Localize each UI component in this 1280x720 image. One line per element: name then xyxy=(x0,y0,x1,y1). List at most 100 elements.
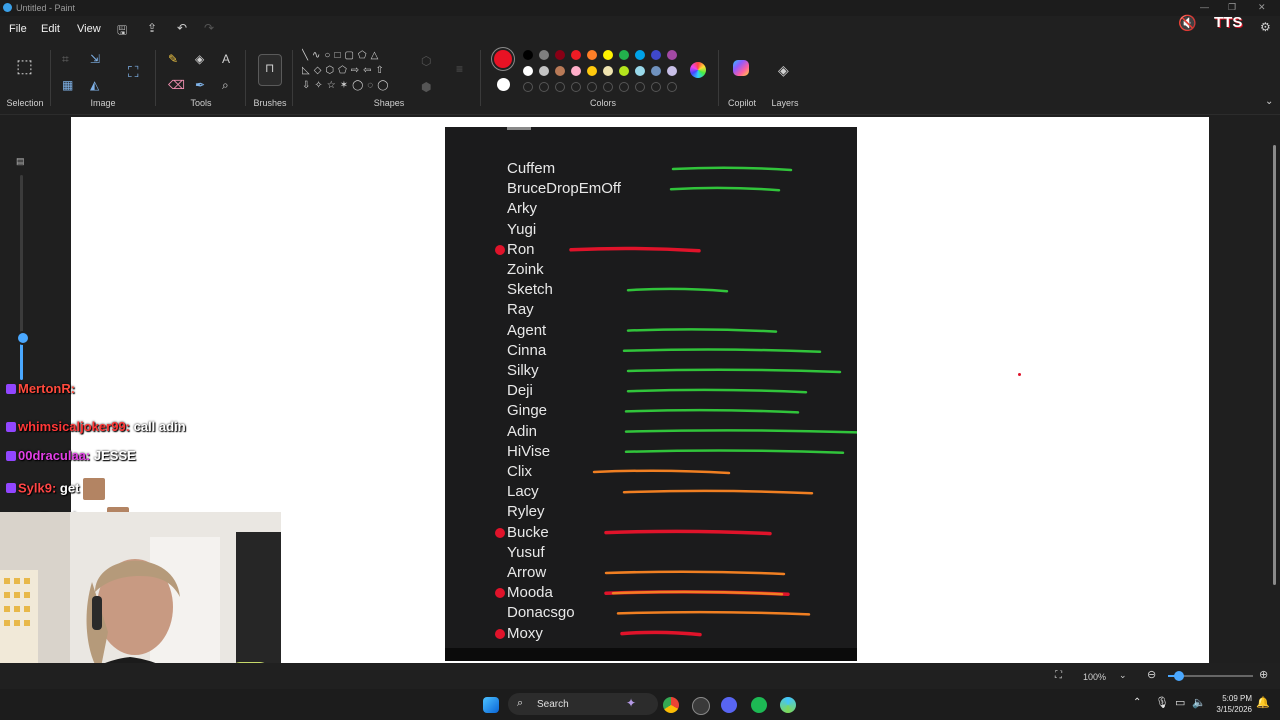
custom-color-slot[interactable] xyxy=(523,82,533,92)
color-swatch[interactable] xyxy=(651,50,661,60)
outline-icon[interactable]: ⬡ xyxy=(421,54,431,68)
color-swatch[interactable] xyxy=(651,66,661,76)
green-stroke xyxy=(626,287,729,293)
taskbar-clock[interactable]: 5:09 PM 3/15/2026 xyxy=(1204,693,1252,715)
color-swatch[interactable] xyxy=(555,66,565,76)
crop-icon[interactable]: ⌗ xyxy=(62,52,69,67)
color-swatch[interactable] xyxy=(523,66,533,76)
brush-icon: ⊓ xyxy=(265,61,275,75)
brushes-button[interactable]: ⊓ xyxy=(258,54,282,86)
color-swatch[interactable] xyxy=(587,66,597,76)
collapse-ribbon-icon[interactable]: ⌄ xyxy=(1265,96,1273,107)
shape-size-icon[interactable]: ≡ xyxy=(456,62,463,76)
fit-to-window-icon[interactable]: ⛶ xyxy=(1055,670,1062,681)
tray-chevron-icon[interactable]: ⌃ xyxy=(1133,697,1141,708)
custom-color-slot[interactable] xyxy=(555,82,565,92)
shapes-gallery[interactable]: ╲∿○□▢⬠△ ◺◇⬡⬠⇨⇦⇧ ⇩✧☆✶◯◌◯ xyxy=(302,48,408,94)
taskbar-search[interactable]: ⌕ Search ✦ xyxy=(508,693,658,715)
status-bar: ⛶ 100% ⌄ ⊖ ⊕ xyxy=(0,663,1280,689)
edit-colors-icon[interactable] xyxy=(690,62,706,78)
menu-edit[interactable]: Edit xyxy=(41,23,60,35)
custom-color-slot[interactable] xyxy=(619,82,629,92)
custom-color-slot[interactable] xyxy=(603,82,613,92)
pencil-icon[interactable]: ✎ xyxy=(168,52,178,66)
primary-color-swatch[interactable] xyxy=(494,50,512,68)
undo-icon[interactable]: ↶ xyxy=(177,21,187,35)
green-stroke xyxy=(624,408,800,414)
chrome-icon[interactable] xyxy=(663,697,679,713)
ranking-name: Agent xyxy=(507,321,547,339)
color-swatch[interactable] xyxy=(619,50,629,60)
redo-icon[interactable]: ↷ xyxy=(204,21,214,35)
color-picker-icon[interactable]: ✒ xyxy=(195,78,205,92)
divider xyxy=(245,50,246,106)
color-swatch[interactable] xyxy=(635,66,645,76)
color-swatch[interactable] xyxy=(539,66,549,76)
selection-icon[interactable]: ⬚ xyxy=(16,56,33,77)
fill-shape-icon[interactable]: ⬢ xyxy=(421,80,431,94)
rotate-icon[interactable]: ◭ xyxy=(90,78,99,92)
remove-background-icon[interactable]: ▦ xyxy=(62,78,73,92)
custom-color-slot[interactable] xyxy=(651,82,661,92)
color-swatch[interactable] xyxy=(571,66,581,76)
red-stroke xyxy=(569,246,701,253)
menu-view[interactable]: View xyxy=(77,23,101,35)
red-stroke xyxy=(620,630,702,637)
close-icon[interactable]: ✕ xyxy=(1258,2,1266,13)
zoom-slider-thumb[interactable] xyxy=(1174,671,1184,681)
secondary-color-swatch[interactable] xyxy=(497,78,510,91)
pasted-ranking-image[interactable]: Cuffem BruceDropEmOff Arky Yugi Ron Zoink Sket… xyxy=(445,127,857,661)
text-icon[interactable]: A xyxy=(222,52,230,66)
ranking-name: Arrow xyxy=(507,564,547,581)
green-stroke xyxy=(622,348,822,354)
green-stroke xyxy=(626,388,808,394)
color-swatch[interactable] xyxy=(523,50,533,60)
custom-color-slot[interactable] xyxy=(667,82,677,92)
custom-color-slot[interactable] xyxy=(571,82,581,92)
copilot-icon[interactable] xyxy=(733,60,749,76)
group-colors-label: Colors xyxy=(589,98,616,108)
zoom-out-icon[interactable]: ⊖ xyxy=(1147,668,1156,681)
color-swatch[interactable] xyxy=(587,50,597,60)
zoom-dropdown-icon[interactable]: ⌄ xyxy=(1119,670,1127,681)
paint-taskbar-icon[interactable] xyxy=(780,697,796,713)
custom-color-slot[interactable] xyxy=(539,82,549,92)
share-icon[interactable]: ⇪ xyxy=(147,21,157,35)
menu-file[interactable]: File xyxy=(9,23,27,35)
color-swatch[interactable] xyxy=(571,50,581,60)
save-icon[interactable]: 🖫 xyxy=(117,21,127,42)
color-swatch[interactable] xyxy=(667,66,677,76)
zoom-level[interactable]: 100% xyxy=(1083,672,1106,682)
magnifier-icon[interactable]: ⌕ xyxy=(222,78,229,93)
maximize-icon[interactable]: ❐ xyxy=(1228,2,1236,13)
chat-message: MertonR: xyxy=(6,381,75,396)
color-swatch[interactable] xyxy=(603,66,613,76)
windows-start-icon[interactable] xyxy=(483,697,499,713)
network-icon[interactable]: ▭ xyxy=(1175,696,1185,709)
notification-bell-icon[interactable]: 🔔 xyxy=(1256,696,1270,709)
layers-icon[interactable]: ◈ xyxy=(778,62,789,79)
minimize-icon[interactable]: — xyxy=(1200,2,1209,12)
chat-text: call adin xyxy=(130,418,186,434)
obs-icon[interactable] xyxy=(692,697,710,715)
color-swatch[interactable] xyxy=(603,50,613,60)
eraser-icon[interactable]: ⌫ xyxy=(168,78,185,92)
brush-size-slider-thumb[interactable] xyxy=(16,331,30,345)
resize-icon[interactable]: ⇲ xyxy=(90,52,100,66)
settings-gear-icon[interactable]: ⚙ xyxy=(1260,20,1271,34)
ranking-name: Sketch xyxy=(507,281,553,299)
microphone-icon[interactable]: 🎙 xyxy=(1155,696,1169,709)
zoom-in-icon[interactable]: ⊕ xyxy=(1259,668,1268,681)
color-swatch[interactable] xyxy=(539,50,549,60)
custom-color-slot[interactable] xyxy=(587,82,597,92)
color-swatch[interactable] xyxy=(619,66,629,76)
vertical-scrollbar[interactable] xyxy=(1273,145,1276,585)
image-select-icon[interactable]: ⛶ xyxy=(128,64,139,81)
fill-icon[interactable]: ◈ xyxy=(195,52,204,66)
discord-icon[interactable] xyxy=(721,697,737,713)
color-swatch[interactable] xyxy=(555,50,565,60)
custom-color-slot[interactable] xyxy=(635,82,645,92)
color-swatch[interactable] xyxy=(667,50,677,60)
spotify-icon[interactable] xyxy=(751,697,767,713)
color-swatch[interactable] xyxy=(635,50,645,60)
